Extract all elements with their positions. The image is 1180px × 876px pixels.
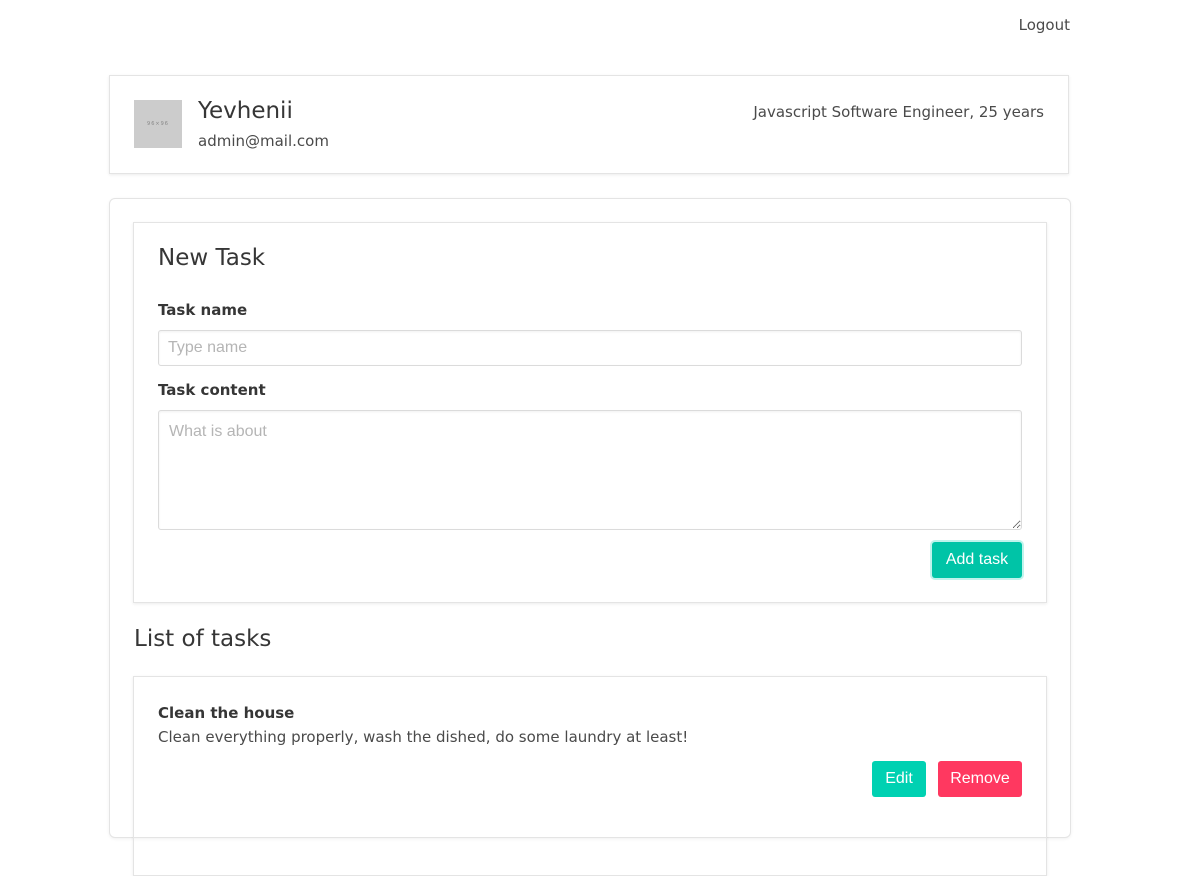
user-name: Yevhenii: [198, 98, 293, 124]
logout-link[interactable]: Logout: [1019, 16, 1070, 34]
edit-task-button[interactable]: Edit: [872, 761, 926, 797]
task-name-input[interactable]: [158, 330, 1022, 366]
avatar: 96×96: [134, 100, 182, 148]
user-email: admin@mail.com: [198, 132, 329, 150]
new-task-title: New Task: [158, 245, 266, 271]
task-item: Clean the house Clean everything properl…: [133, 676, 1047, 876]
task-item-name: Clean the house: [158, 704, 295, 722]
main-card: New Task Task name Task content Add task…: [109, 198, 1071, 876]
remove-task-button[interactable]: Remove: [938, 761, 1022, 797]
task-list-title: List of tasks: [134, 626, 272, 652]
task-item-content: Clean everything properly, wash the dish…: [158, 728, 689, 746]
avatar-placeholder-text: 96×96: [147, 121, 169, 127]
add-task-button[interactable]: Add task: [932, 542, 1022, 578]
task-content-textarea[interactable]: [158, 410, 1022, 530]
task-content-label: Task content: [158, 381, 266, 399]
profile-card: 96×96 Yevhenii admin@mail.com Javascript…: [109, 75, 1069, 174]
task-name-label: Task name: [158, 301, 248, 319]
top-navbar: Logout: [0, 0, 1180, 52]
user-role: Javascript Software Engineer, 25 years: [753, 103, 1044, 121]
new-task-form: New Task Task name Task content Add task: [133, 222, 1047, 603]
